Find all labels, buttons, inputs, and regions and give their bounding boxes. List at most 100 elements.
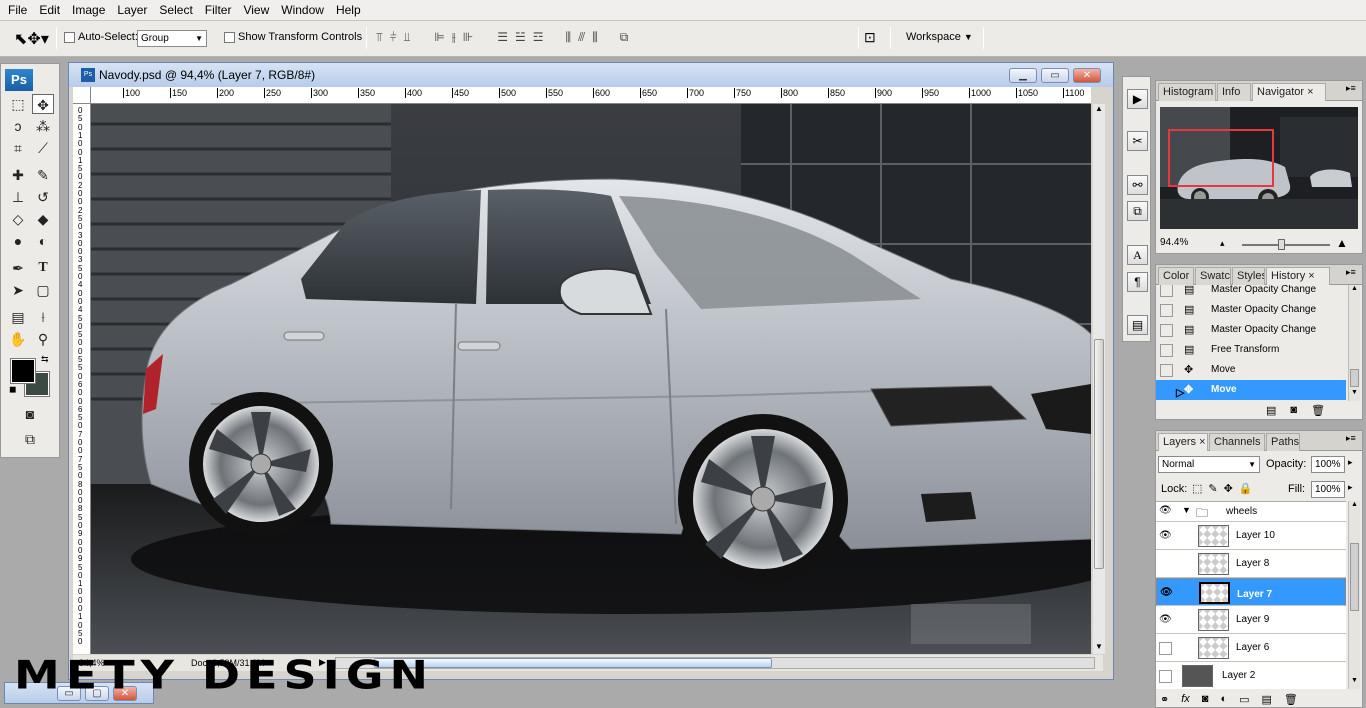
foreground-color-swatch[interactable] xyxy=(10,358,36,384)
actions-panel-icon[interactable]: ▶ xyxy=(1127,89,1148,109)
blur-tool-icon[interactable]: ● xyxy=(7,231,29,251)
eye-placeholder[interactable] xyxy=(1159,642,1172,655)
close-icon[interactable]: × xyxy=(1308,270,1314,282)
path-selection-icon[interactable]: ➤ xyxy=(7,280,29,300)
lock-pixels-icon[interactable]: ✎ xyxy=(1208,482,1217,495)
clone-source-icon[interactable]: ⧉ xyxy=(1127,201,1148,221)
distribute-right-icon[interactable]: ⫼ xyxy=(592,30,598,45)
layer-row[interactable]: 👁 Layer 9 xyxy=(1156,606,1346,634)
adjustment-layer-icon[interactable]: ◐ xyxy=(1220,693,1227,706)
align-left-icon[interactable]: ⊫ xyxy=(434,30,444,45)
scroll-up-icon[interactable]: ▲ xyxy=(1093,104,1105,116)
eye-placeholder[interactable] xyxy=(1159,670,1172,683)
menu-select[interactable]: Select xyxy=(153,0,198,21)
eye-placeholder[interactable] xyxy=(1159,558,1173,570)
ruler-origin[interactable] xyxy=(73,87,91,104)
navigator-zoom-value[interactable]: 94.4% xyxy=(1160,237,1188,248)
history-item[interactable]: ▤ Master Opacity Change xyxy=(1156,300,1346,320)
distribute-top-icon[interactable]: ☰ xyxy=(497,30,508,45)
snapshot-checkbox[interactable] xyxy=(1160,344,1173,357)
distribute-hcenter-icon[interactable]: ⫻ xyxy=(578,30,585,45)
zoom-out-icon[interactable]: ▴ xyxy=(1220,238,1225,249)
lasso-tool-icon[interactable]: ↄ xyxy=(7,116,29,136)
canvas[interactable] xyxy=(91,104,1091,654)
history-scrollbar[interactable]: ▲ ▼ xyxy=(1348,285,1360,401)
align-hcenter-icon[interactable]: ⫲ xyxy=(452,30,456,45)
magic-wand-tool-icon[interactable]: ⁂ xyxy=(32,116,54,136)
lock-transparency-icon[interactable]: ⬚ xyxy=(1192,482,1202,495)
tab-color[interactable]: Color xyxy=(1158,267,1194,285)
opacity-input[interactable]: 100% xyxy=(1311,456,1345,473)
tab-layers[interactable]: Layers × xyxy=(1158,433,1208,451)
notes-tool-icon[interactable]: ▤ xyxy=(7,307,29,327)
layer-group-row[interactable]: 👁 ▼ 🗀 wheels xyxy=(1156,502,1346,522)
new-group-icon[interactable]: ▭ xyxy=(1239,693,1249,706)
scroll-thumb[interactable] xyxy=(1350,369,1359,387)
history-item-selected[interactable]: ▷ ✥ Move xyxy=(1156,380,1346,400)
layer-style-icon[interactable]: fx xyxy=(1181,693,1190,706)
distribute-bottom-icon[interactable]: ☲ xyxy=(533,30,544,45)
tab-swatches[interactable]: Swatc xyxy=(1195,267,1231,285)
workspace-button[interactable]: Workspace ▼ xyxy=(906,31,973,43)
link-layers-icon[interactable]: ⚭ xyxy=(1160,693,1169,706)
delete-state-icon[interactable]: 🗑 xyxy=(1311,404,1325,417)
zoom-tool-icon[interactable]: ⚲ xyxy=(32,329,54,349)
crop-tool-icon[interactable]: ⌗ xyxy=(7,138,29,158)
scroll-thumb[interactable] xyxy=(1350,543,1359,611)
hand-tool-icon[interactable]: ✋ xyxy=(7,329,29,349)
history-item[interactable]: ✥ Move xyxy=(1156,360,1346,380)
layer-row[interactable]: Layer 6 xyxy=(1156,634,1346,662)
lock-all-icon[interactable]: 🔒 xyxy=(1239,482,1253,495)
tab-styles[interactable]: Styles xyxy=(1232,267,1265,285)
zoom-slider-handle[interactable] xyxy=(1278,239,1285,250)
new-layer-icon[interactable]: ▤ xyxy=(1262,693,1272,706)
close-icon[interactable]: × xyxy=(1199,436,1205,448)
maximize-button[interactable]: ▭ xyxy=(1041,68,1069,83)
tab-history[interactable]: History × xyxy=(1266,267,1330,285)
distribute-vcenter-icon[interactable]: ☱ xyxy=(515,30,526,45)
layers-scrollbar[interactable]: ▲ ▼ xyxy=(1348,501,1360,689)
show-transform-checkbox[interactable] xyxy=(224,32,235,43)
delete-layer-icon[interactable]: 🗑 xyxy=(1284,693,1298,706)
menu-help[interactable]: Help xyxy=(330,0,367,21)
menu-view[interactable]: View xyxy=(237,0,275,21)
brush-tool-icon[interactable]: ✎ xyxy=(32,165,54,185)
paragraph-panel-icon[interactable]: ¶ xyxy=(1127,272,1148,292)
fill-dropdown-icon[interactable]: ▸ xyxy=(1348,482,1353,493)
opacity-dropdown-icon[interactable]: ▸ xyxy=(1348,457,1353,468)
default-colors-icon[interactable]: ◼ xyxy=(9,384,16,395)
scroll-down-icon[interactable]: ▼ xyxy=(1349,677,1360,684)
layer-row[interactable]: Layer 8 xyxy=(1156,550,1346,578)
eraser-tool-icon[interactable]: ◇ xyxy=(7,209,29,229)
navigator-view-box[interactable] xyxy=(1168,129,1274,187)
history-item[interactable]: ▤ Master Opacity Change xyxy=(1156,320,1346,340)
shape-tool-icon[interactable]: ▢ xyxy=(32,280,54,300)
minimize-button[interactable]: ▁ xyxy=(1009,68,1037,83)
distribute-left-icon[interactable]: ⫼ xyxy=(566,30,572,45)
snapshot-checkbox[interactable] xyxy=(1160,324,1173,337)
panel-menu-icon[interactable]: ▸≡ xyxy=(1346,433,1356,444)
document-titlebar[interactable]: Ps Navody.psd @ 94,4% (Layer 7, RGB/8#) … xyxy=(69,63,1113,87)
character-panel-icon[interactable]: A xyxy=(1127,245,1148,265)
menu-window[interactable]: Window xyxy=(275,0,330,21)
tool-presets-icon[interactable]: ✂ xyxy=(1127,131,1148,151)
pen-tool-icon[interactable]: ✒ xyxy=(7,258,29,278)
layer-row[interactable]: 👁 Layer 10 xyxy=(1156,522,1346,550)
fill-input[interactable]: 100% xyxy=(1311,481,1345,498)
scroll-up-icon[interactable]: ▲ xyxy=(1349,285,1360,292)
align-top-icon[interactable]: ⫪ xyxy=(376,30,383,45)
chevron-down-icon[interactable]: ▼ xyxy=(1182,505,1191,515)
align-right-icon[interactable]: ⊪ xyxy=(463,30,473,45)
brushes-panel-icon[interactable]: ⚯ xyxy=(1127,175,1148,195)
layer-row-selected[interactable]: 👁 Layer 7 xyxy=(1156,578,1346,606)
auto-select-checkbox[interactable] xyxy=(64,32,75,43)
close-icon[interactable]: × xyxy=(1307,86,1313,98)
menu-file[interactable]: File xyxy=(2,0,33,21)
navigator-thumbnail[interactable] xyxy=(1160,107,1358,229)
blend-mode-dropdown[interactable]: Normal ▼ xyxy=(1158,456,1260,473)
slice-tool-icon[interactable]: ⟋ xyxy=(32,138,54,158)
quick-mask-icon[interactable]: ◙ xyxy=(19,404,41,424)
navigator-zoom-slider[interactable] xyxy=(1242,239,1330,250)
horizontal-scrollbar[interactable] xyxy=(335,657,1095,669)
history-item[interactable]: ▤ Free Transform xyxy=(1156,340,1346,360)
